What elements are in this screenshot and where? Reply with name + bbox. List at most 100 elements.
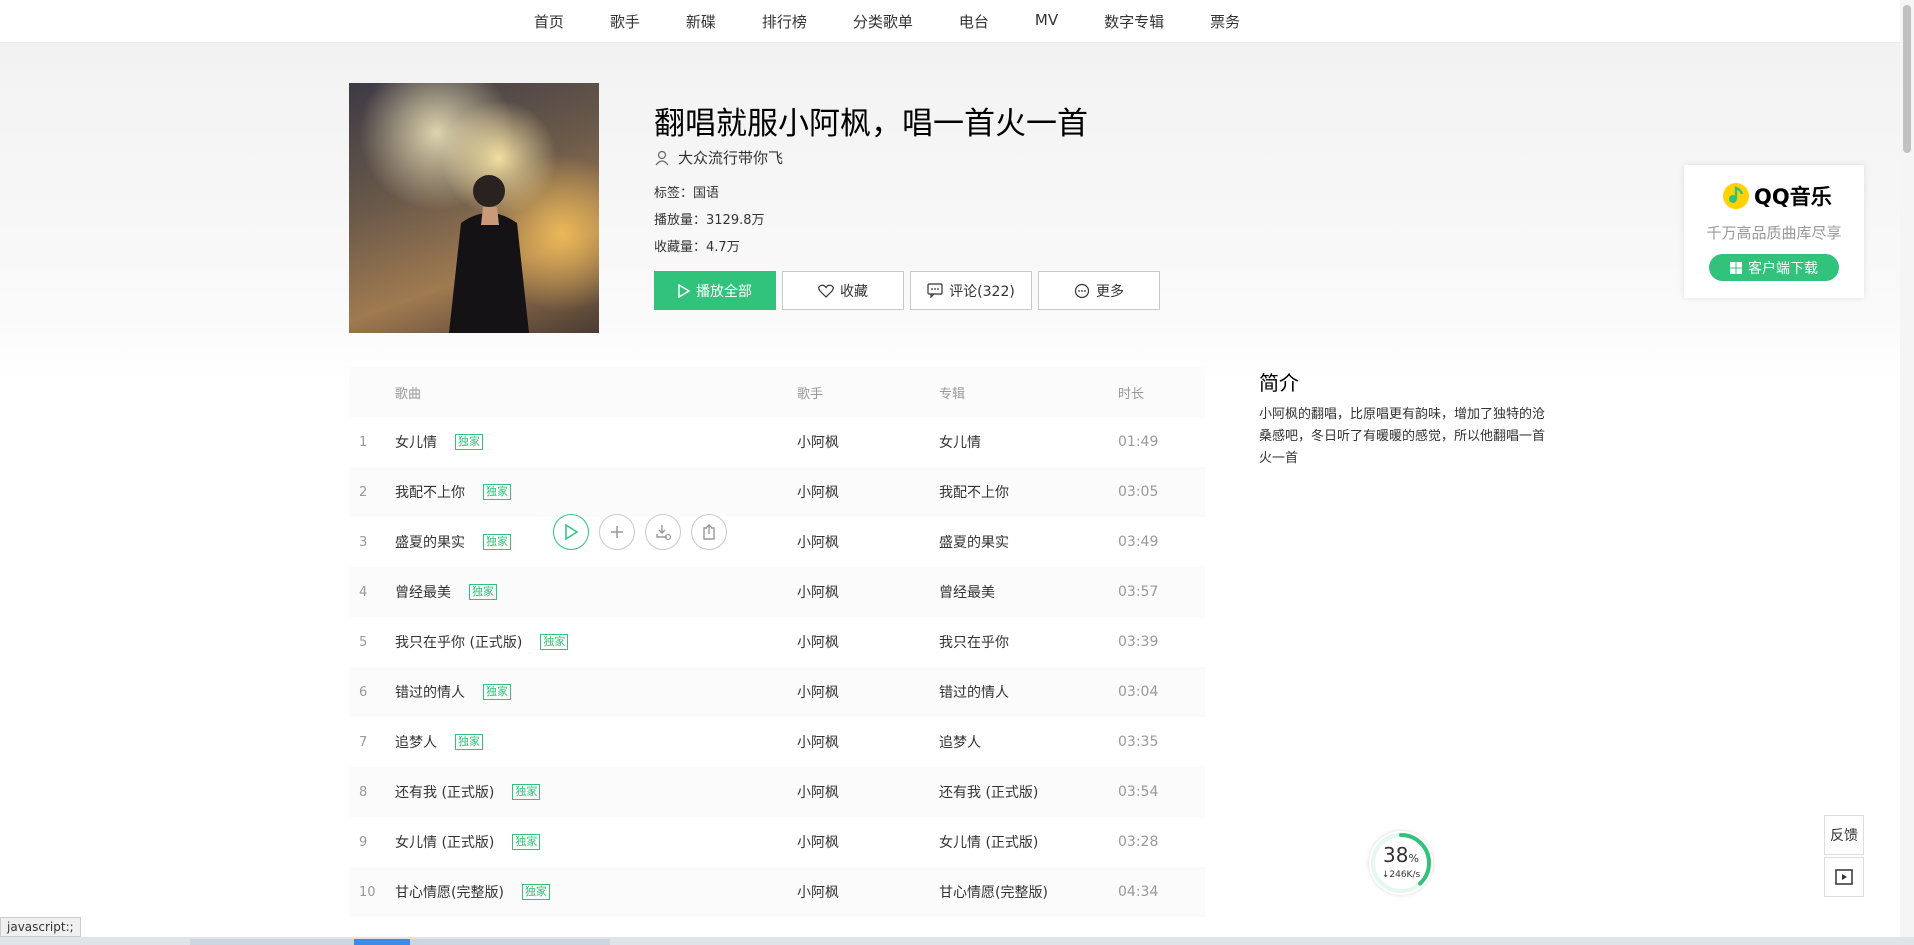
speed-percent-sign: % <box>1408 852 1419 865</box>
feedback-button[interactable]: 反馈 <box>1824 815 1864 855</box>
qq-music-promo-card: QQ音乐 千万高品质曲库尽享 客户端下载 <box>1684 165 1864 298</box>
fav-label: 收藏量： <box>654 240 707 255</box>
tag-value[interactable]: 国语 <box>693 186 719 201</box>
row-album[interactable]: 我配不上你 <box>939 482 1118 502</box>
row-singer[interactable]: 小阿枫 <box>797 632 939 652</box>
row-number: 10 <box>359 884 376 900</box>
row-download-button[interactable] <box>645 514 681 550</box>
song-title[interactable]: 还有我 (正式版) <box>395 782 494 802</box>
playlist-title: 翻唱就服小阿枫，唱一首火一首 <box>654 106 1088 142</box>
song-title[interactable]: 我配不上你 <box>395 482 465 502</box>
row-album[interactable]: 曾经最美 <box>939 582 1118 602</box>
exclusive-badge: 独家 <box>469 584 497 600</box>
row-share-button[interactable] <box>691 514 727 550</box>
song-title[interactable]: 盛夏的果实 <box>395 532 465 552</box>
row-tools <box>553 514 727 550</box>
row-duration: 03:05 <box>1118 484 1159 500</box>
exclusive-badge: 独家 <box>521 884 550 900</box>
row-duration: 04:34 <box>1118 884 1159 900</box>
row-album[interactable]: 还有我 (正式版) <box>939 782 1118 802</box>
table-row[interactable]: 1 女儿情 独家 小阿枫 女儿情 01:49 <box>349 417 1205 467</box>
row-singer[interactable]: 小阿枫 <box>797 482 939 502</box>
network-speed-widget[interactable]: 38% ↓246K/s <box>1369 831 1433 895</box>
nav-radio[interactable]: 电台 <box>936 11 1012 32</box>
song-title[interactable]: 女儿情 <box>395 432 437 452</box>
row-singer[interactable]: 小阿枫 <box>797 432 939 452</box>
video-play-icon <box>1835 869 1853 885</box>
row-song-cell: 还有我 (正式版) 独家 <box>395 782 797 802</box>
playlist-cover[interactable] <box>349 83 599 333</box>
song-title[interactable]: 曾经最美 <box>395 582 451 602</box>
scrollbar-thumb[interactable] <box>1903 5 1911 153</box>
exclusive-badge: 独家 <box>512 834 541 850</box>
hero-background <box>0 43 1914 383</box>
exclusive-badge: 独家 <box>540 634 569 650</box>
nav-mv[interactable]: MV <box>1012 11 1081 32</box>
row-album[interactable]: 女儿情 (正式版) <box>939 832 1118 852</box>
table-row[interactable]: 4 曾经最美 独家 小阿枫 曾经最美 03:57 <box>349 567 1205 617</box>
row-play-button[interactable] <box>553 514 589 550</box>
row-number: 4 <box>359 584 368 600</box>
nav-playlists[interactable]: 分类歌单 <box>830 11 936 32</box>
row-singer[interactable]: 小阿枫 <box>797 732 939 752</box>
nav-home[interactable]: 首页 <box>511 11 587 32</box>
table-row[interactable]: 8 还有我 (正式版) 独家 小阿枫 还有我 (正式版) 03:54 <box>349 767 1205 817</box>
comments-button[interactable]: 评论(322) <box>910 271 1032 310</box>
more-icon <box>1074 283 1090 298</box>
table-row[interactable]: 10 甘心情愿(完整版) 独家 小阿枫 甘心情愿(完整版) 04:34 <box>349 867 1205 917</box>
page-scrollbar[interactable] <box>1900 0 1914 945</box>
table-row[interactable]: 6 错过的情人 独家 小阿枫 错过的情人 03:04 <box>349 667 1205 717</box>
nav-charts[interactable]: 排行榜 <box>739 11 830 32</box>
playlist-plays: 播放量：3129.8万 <box>654 209 765 228</box>
table-row[interactable]: 7 追梦人 独家 小阿枫 追梦人 03:35 <box>349 717 1205 767</box>
table-row[interactable]: 9 女儿情 (正式版) 独家 小阿枫 女儿情 (正式版) 03:28 <box>349 817 1205 867</box>
row-number: 7 <box>359 734 368 750</box>
nav-new-albums[interactable]: 新碟 <box>663 11 739 32</box>
table-row[interactable]: 5 我只在乎你 (正式版) 独家 小阿枫 我只在乎你 03:39 <box>349 617 1205 667</box>
row-album[interactable]: 女儿情 <box>939 432 1118 452</box>
row-singer[interactable]: 小阿枫 <box>797 832 939 852</box>
song-title[interactable]: 女儿情 (正式版) <box>395 832 494 852</box>
playlist-creator[interactable]: 大众流行带你飞 <box>654 147 783 168</box>
song-title[interactable]: 追梦人 <box>395 732 437 752</box>
windows-icon <box>1730 261 1742 274</box>
song-title[interactable]: 错过的情人 <box>395 682 465 702</box>
table-row[interactable]: 3 盛夏的果实 独家 小阿枫 盛夏的果实 03:49 <box>349 514 1205 567</box>
row-album[interactable]: 盛夏的果实 <box>939 532 1118 552</box>
play-all-label: 播放全部 <box>696 283 752 300</box>
download-icon <box>656 525 671 540</box>
table-header: 歌曲 歌手 专辑 时长 <box>349 367 1205 417</box>
nav-tickets[interactable]: 票务 <box>1187 11 1263 32</box>
row-singer[interactable]: 小阿枫 <box>797 532 939 552</box>
row-singer[interactable]: 小阿枫 <box>797 682 939 702</box>
nav-singers[interactable]: 歌手 <box>587 11 663 32</box>
row-add-button[interactable] <box>599 514 635 550</box>
favorite-button[interactable]: 收藏 <box>782 271 904 310</box>
row-number: 8 <box>359 784 368 800</box>
video-button[interactable] <box>1824 857 1864 897</box>
creator-name[interactable]: 大众流行带你飞 <box>678 147 783 168</box>
row-song-cell: 女儿情 独家 <box>395 432 797 452</box>
comment-icon <box>927 283 943 298</box>
row-singer[interactable]: 小阿枫 <box>797 582 939 602</box>
row-singer[interactable]: 小阿枫 <box>797 882 939 902</box>
row-album[interactable]: 甘心情愿(完整版) <box>939 882 1118 902</box>
nav-digital-albums[interactable]: 数字专辑 <box>1081 11 1187 32</box>
intro-text: 小阿枫的翻唱，比原唱更有韵味，增加了独特的沧桑感吧，冬日听了有暖暖的感觉，所以他… <box>1259 407 1546 466</box>
more-button[interactable]: 更多 <box>1038 271 1160 310</box>
row-album[interactable]: 错过的情人 <box>939 682 1118 702</box>
row-album[interactable]: 追梦人 <box>939 732 1118 752</box>
song-title[interactable]: 甘心情愿(完整版) <box>395 882 504 902</box>
row-song-cell: 我只在乎你 (正式版) 独家 <box>395 632 797 652</box>
table-row[interactable]: 2 我配不上你 独家 小阿枫 我配不上你 03:05 <box>349 467 1205 517</box>
plays-label: 播放量： <box>654 213 707 228</box>
row-album[interactable]: 我只在乎你 <box>939 632 1118 652</box>
row-duration: 03:49 <box>1118 534 1159 550</box>
play-all-button[interactable]: 播放全部 <box>654 271 776 310</box>
row-number: 6 <box>359 684 368 700</box>
qq-music-logo-text: QQ音乐 <box>1754 185 1832 209</box>
client-download-button[interactable]: 客户端下载 <box>1709 254 1839 281</box>
row-singer[interactable]: 小阿枫 <box>797 782 939 802</box>
song-title[interactable]: 我只在乎你 (正式版) <box>395 632 522 652</box>
fav-value: 4.7万 <box>706 240 740 255</box>
